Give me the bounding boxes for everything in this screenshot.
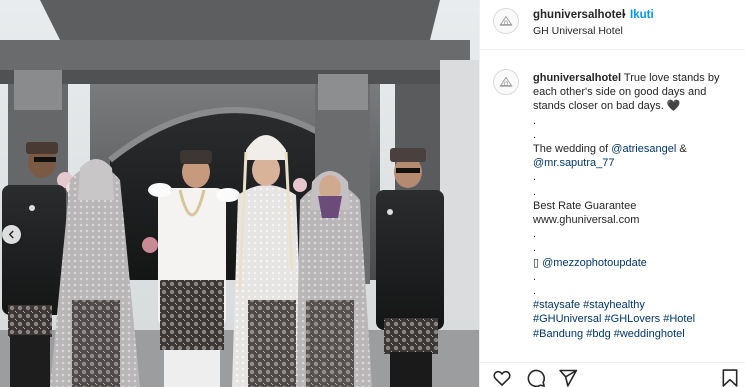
avatar[interactable]: [493, 8, 519, 34]
post-location[interactable]: GH Universal Hotel: [533, 25, 623, 37]
wedding-photo-illustration: [0, 0, 479, 387]
mention-groom-link[interactable]: @mr.saputra_77: [533, 157, 615, 169]
paper-plane-icon: [559, 369, 578, 387]
caption-dot: .: [533, 270, 537, 283]
post-side-panel: ghuniversalhotel • Ikuti GH Universal Ho…: [479, 0, 745, 387]
post-author-username[interactable]: ghuniversalhotel: [533, 9, 625, 21]
save-button[interactable]: [720, 368, 740, 387]
camera-emoji-placeholder: ▯: [533, 256, 540, 269]
bookmark-icon: [722, 369, 738, 387]
caption-dot: .: [533, 128, 537, 141]
mention-photographer-link[interactable]: @mezzophotoupdate: [542, 257, 647, 269]
heart-icon: [493, 370, 511, 386]
black-heart-emoji: 🖤: [666, 100, 681, 113]
hashtag-line[interactable]: #GHUniversal #GHLovers #Hotel: [533, 312, 739, 326]
post-actions-bar: [480, 362, 745, 387]
post-header: ghuniversalhotel • Ikuti GH Universal Ho…: [480, 0, 745, 50]
chevron-left-icon: [8, 230, 14, 239]
previous-photo-button[interactable]: [2, 225, 21, 244]
caption-dot: .: [533, 228, 537, 241]
post-photo[interactable]: [0, 0, 479, 387]
mention-bride-link[interactable]: @atriesangel: [611, 143, 676, 155]
post-caption: ghuniversalhotel True love stands by eac…: [533, 71, 739, 341]
caption-dot: .: [533, 185, 537, 198]
wedding-prefix: The wedding of: [533, 143, 612, 156]
rate-guarantee-text: Best Rate Guarantee: [533, 199, 637, 212]
caption-avatar[interactable]: [493, 69, 519, 95]
separator-dot: •: [622, 9, 626, 21]
follow-button[interactable]: Ikuti: [630, 9, 654, 21]
like-button[interactable]: [492, 368, 512, 387]
comment-icon: [527, 369, 545, 387]
caption-username[interactable]: ghuniversalhotel: [533, 72, 621, 84]
comments-area[interactable]: ghuniversalhotel True love stands by eac…: [480, 58, 745, 358]
hotel-logo-icon: [499, 76, 513, 87]
caption-dot: .: [533, 285, 537, 298]
caption-dot: .: [533, 171, 537, 184]
hotel-logo-icon: [499, 15, 513, 26]
hashtag-line[interactable]: #staysafe #stayhealthy: [533, 298, 739, 312]
caption-dot: .: [533, 242, 537, 255]
caption-dot: .: [533, 114, 537, 127]
hashtag-line[interactable]: #Bandung #bdg #weddinghotel: [533, 327, 739, 341]
comment-button[interactable]: [526, 368, 546, 387]
share-button[interactable]: [558, 368, 578, 387]
ampersand: &: [676, 143, 687, 156]
website-text: www.ghuniversal.com: [533, 214, 640, 227]
